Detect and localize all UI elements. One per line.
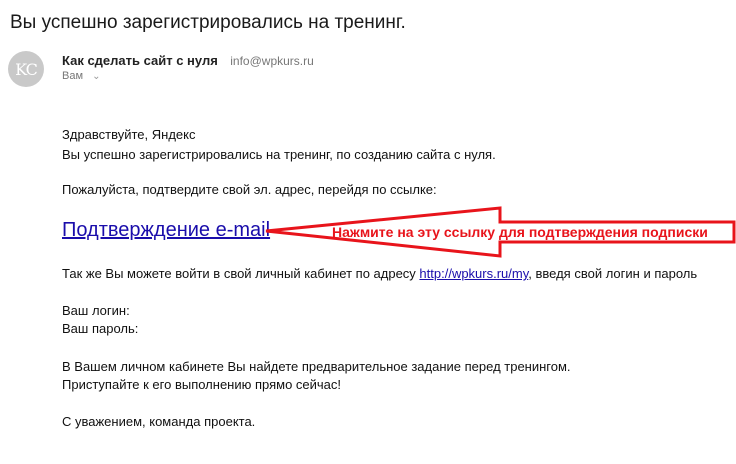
- task-line-1: В Вашем личном кабинете Вы найдете предв…: [62, 359, 571, 374]
- login-label: Ваш логин:: [62, 303, 130, 318]
- cabinet-text-before: Так же Вы можете войти в свой личный каб…: [62, 266, 420, 281]
- task-line-2: Приступайте к его выполнению прямо сейча…: [62, 377, 342, 392]
- signature: С уважением, команда проекта.: [62, 414, 256, 429]
- annotation-text: Нажмите на эту ссылку для подтверждения …: [332, 224, 708, 240]
- cabinet-line: Так же Вы можете войти в свой личный каб…: [62, 266, 697, 281]
- cabinet-text-after: , введя свой логин и пароль: [528, 266, 698, 281]
- password-label: Ваш пароль:: [62, 321, 139, 336]
- cabinet-link[interactable]: http://wpkurs.ru/my: [419, 266, 528, 281]
